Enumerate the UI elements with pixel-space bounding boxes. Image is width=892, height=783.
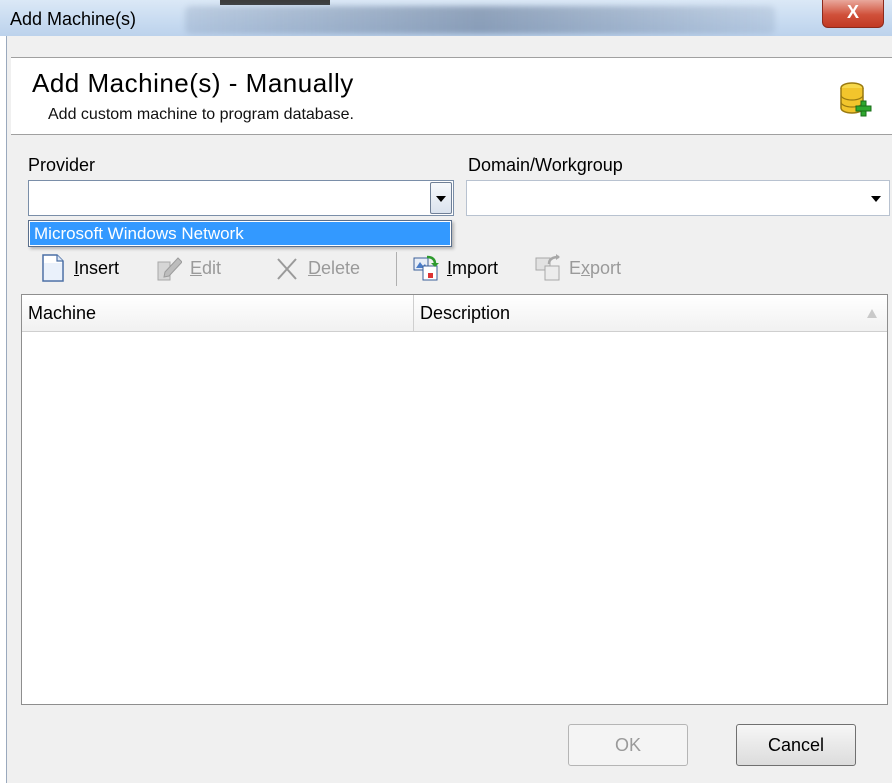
provider-dropdown-list: Microsoft Windows Network (28, 220, 452, 247)
domain-label: Domain/Workgroup (468, 155, 623, 175)
provider-label: Provider (28, 155, 96, 175)
chevron-down-icon[interactable] (871, 196, 881, 202)
edit-label: Edit (190, 257, 222, 278)
dialog-header: Add Machine(s) - Manually Add custom mac… (11, 57, 892, 135)
provider-dropdown-button[interactable] (430, 182, 452, 214)
provider-combo[interactable] (28, 180, 454, 216)
chevron-down-icon (436, 196, 446, 202)
edit-icon (157, 257, 182, 281)
delete-x-icon (277, 258, 297, 280)
title-bar: Add Machine(s) X (0, 0, 892, 36)
insert-label: Insert (74, 257, 120, 278)
export-label: Export (569, 257, 622, 278)
ok-button[interactable]: OK (568, 724, 688, 766)
toolbar-separator (396, 252, 397, 286)
window-title: Add Machine(s) (10, 9, 137, 29)
provider-option-microsoft-windows-network[interactable]: Microsoft Windows Network (30, 222, 450, 245)
export-icon (535, 254, 560, 281)
sort-ascending-icon (867, 309, 877, 318)
import-icon (413, 255, 439, 281)
delete-button[interactable]: Delete (274, 252, 360, 284)
column-header-description[interactable]: Description (414, 295, 887, 331)
insert-button[interactable]: Insert (40, 252, 119, 284)
page-subtitle: Add custom machine to program database. (48, 106, 354, 123)
page-title: Add Machine(s) - Manually (32, 68, 354, 98)
document-icon (42, 254, 64, 282)
cancel-button[interactable]: Cancel (736, 724, 856, 766)
domain-combo[interactable] (466, 180, 890, 216)
import-button[interactable]: Import (413, 252, 498, 284)
delete-label: Delete (308, 257, 361, 278)
column-header-description-label: Description (420, 303, 511, 323)
import-label: Import (447, 257, 499, 278)
title-bar-blurred-area (185, 6, 775, 34)
title-bar-shadow (220, 0, 330, 5)
close-icon: X (846, 2, 859, 22)
edit-button[interactable]: Edit (156, 252, 221, 284)
column-header-machine[interactable]: Machine (22, 295, 414, 331)
export-button[interactable]: Export (535, 252, 621, 284)
database-add-icon (840, 82, 872, 117)
machines-table[interactable]: Machine Description (21, 294, 888, 705)
close-button[interactable]: X (822, 0, 884, 28)
table-header: Machine Description (22, 295, 887, 332)
